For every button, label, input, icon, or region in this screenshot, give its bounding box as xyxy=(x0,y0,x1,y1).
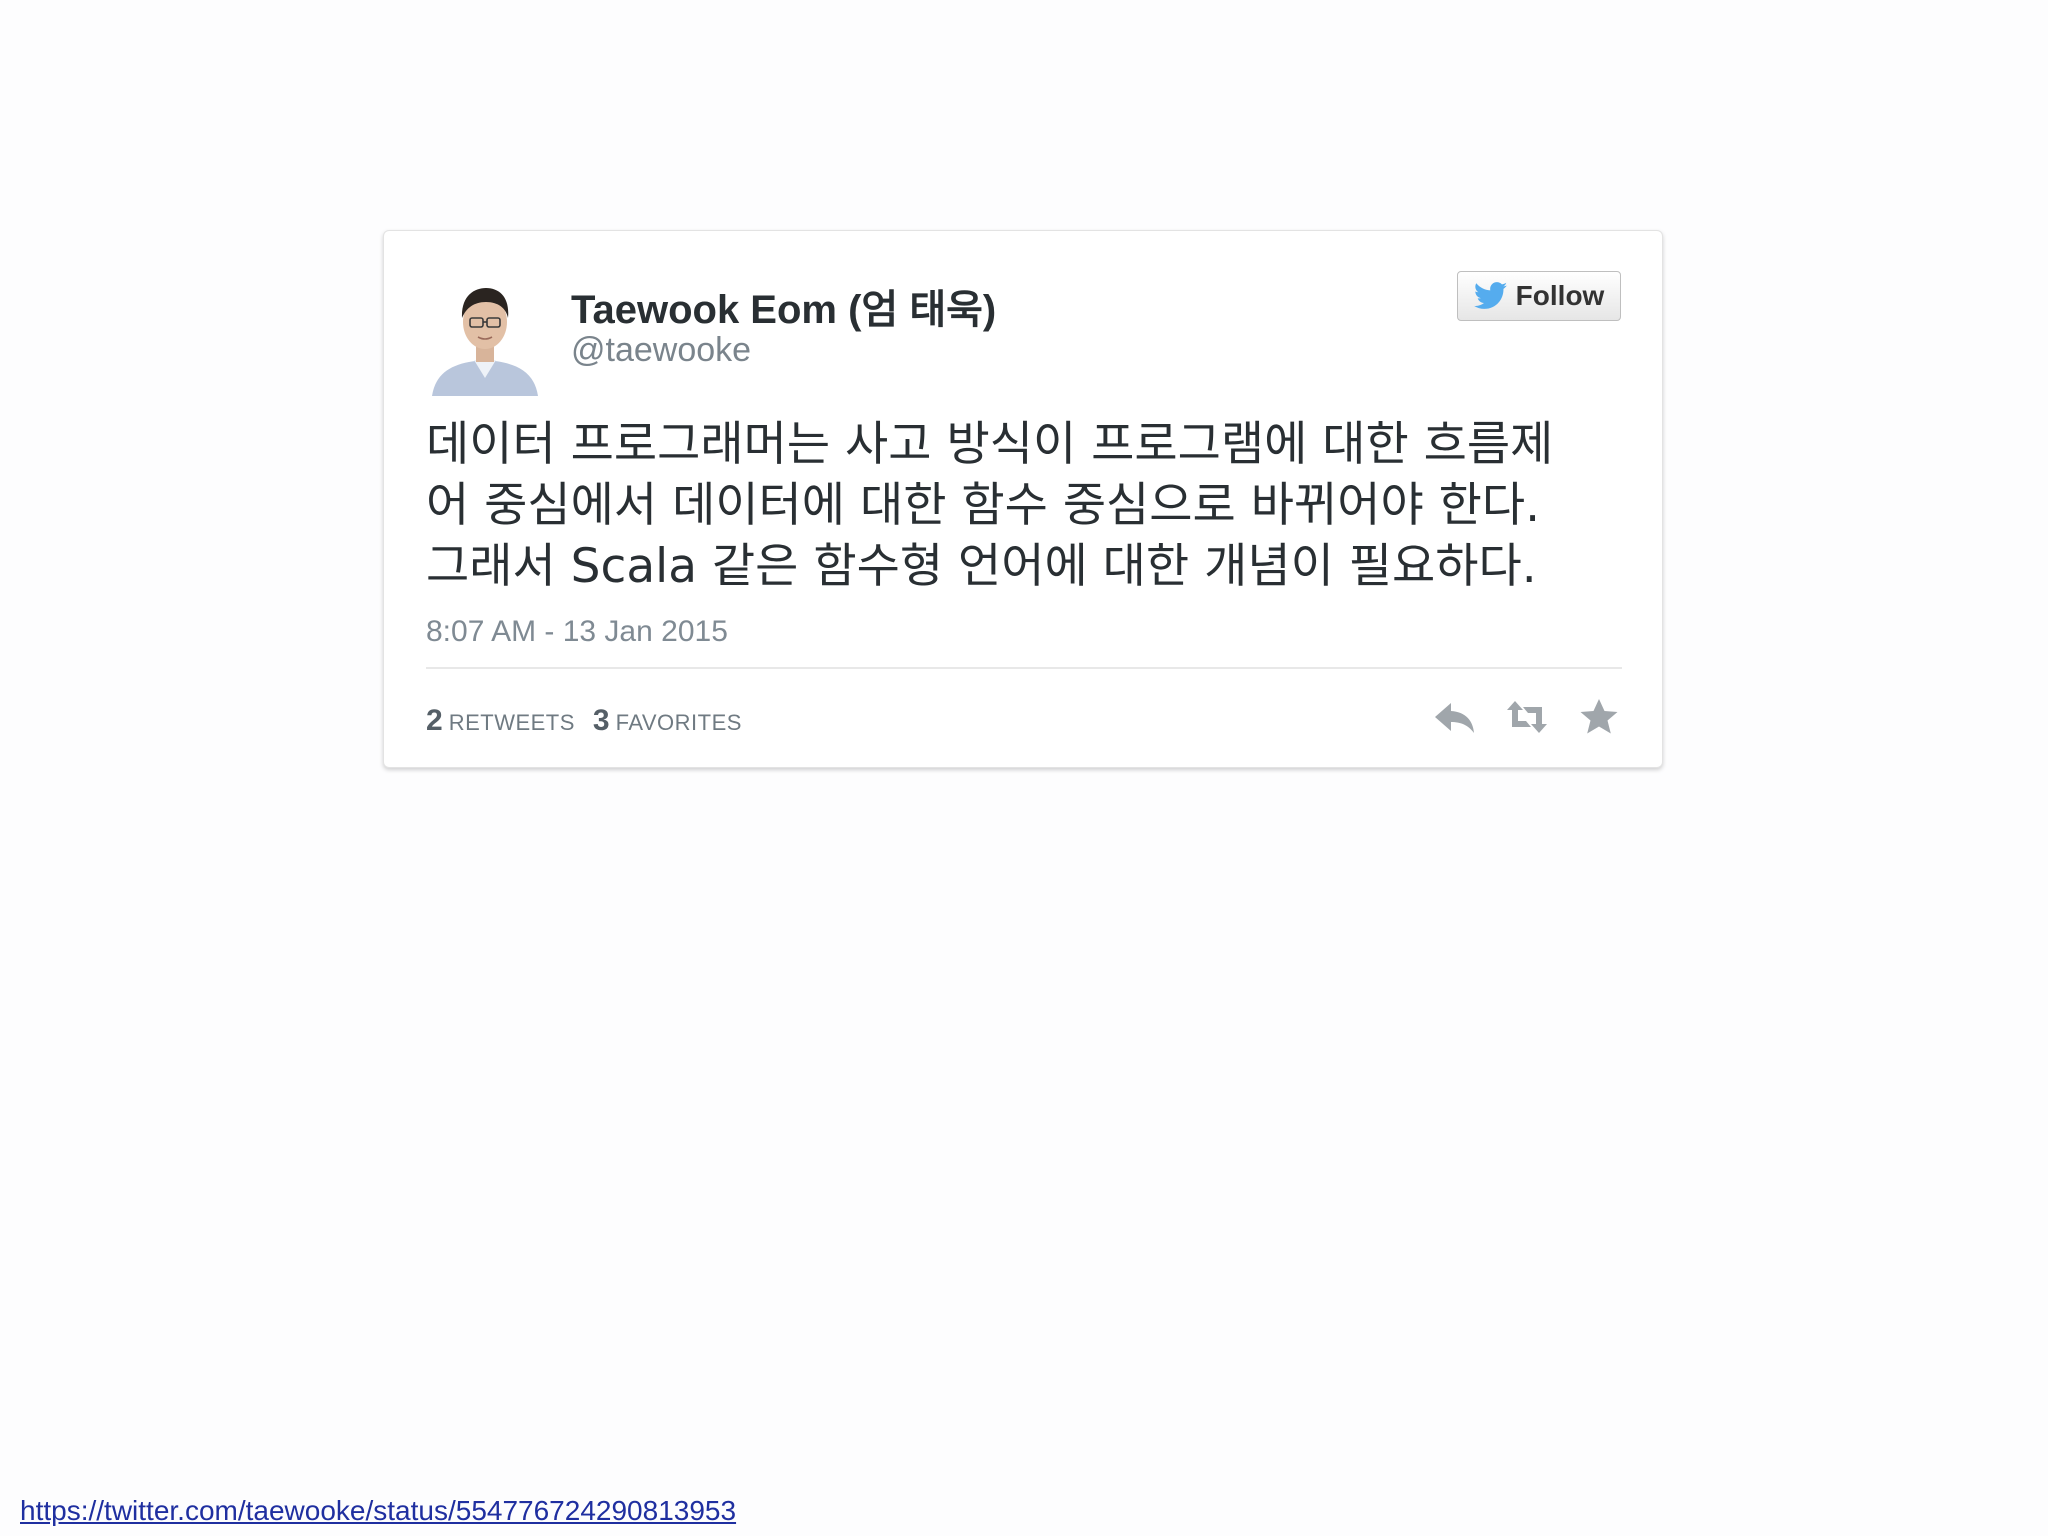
tweet-text: 데이터 프로그래머는 사고 방식이 프로그램에 대한 흐름제 어 중심에서 데이… xyxy=(426,414,1626,597)
reply-icon[interactable] xyxy=(1433,697,1477,737)
retweets-count: 2 xyxy=(426,704,443,737)
slide-page: Taewook Eom (엄 태욱) @taewooke Follow 데이터 … xyxy=(0,0,2048,1536)
tweet-timestamp-link[interactable]: 8:07 AM - 13 Jan 2015 xyxy=(426,615,728,649)
display-name[interactable]: Taewook Eom (엄 태욱) xyxy=(571,277,996,335)
twitter-bird-icon xyxy=(1473,282,1507,309)
tweet-stats: 2 Retweets 3 Favorites xyxy=(426,704,742,738)
favorites-stat[interactable]: 3 Favorites xyxy=(593,704,742,738)
retweets-label: Retweets xyxy=(448,710,575,735)
tweet-text-line: 어 중심에서 데이터에 대한 함수 중심으로 바뀌어야 한다. xyxy=(426,478,1541,533)
retweet-icon[interactable] xyxy=(1505,697,1549,737)
tweet-text-line: 그래서 Scala 같은 함수형 언어에 대한 개념이 필요하다. xyxy=(426,539,1537,594)
favorites-count: 3 xyxy=(592,704,610,737)
divider xyxy=(426,667,1622,669)
avatar[interactable] xyxy=(426,278,544,396)
favorites-label: Favorites xyxy=(615,710,742,735)
avatar-photo-icon xyxy=(426,278,544,396)
retweets-stat[interactable]: 2 Retweets xyxy=(426,704,575,738)
source-link[interactable]: https://twitter.com/taewooke/status/5547… xyxy=(20,1495,736,1527)
embedded-tweet-card: Taewook Eom (엄 태욱) @taewooke Follow 데이터 … xyxy=(383,230,1663,768)
star-icon[interactable] xyxy=(1577,697,1621,737)
tweet-text-line: 데이터 프로그래머는 사고 방식이 프로그램에 대한 흐름제 xyxy=(426,417,1554,472)
screen-name[interactable]: @taewooke xyxy=(571,331,751,370)
follow-label: Follow xyxy=(1515,280,1605,311)
tweet-actions xyxy=(1433,697,1621,737)
follow-button[interactable]: Follow xyxy=(1457,271,1621,321)
